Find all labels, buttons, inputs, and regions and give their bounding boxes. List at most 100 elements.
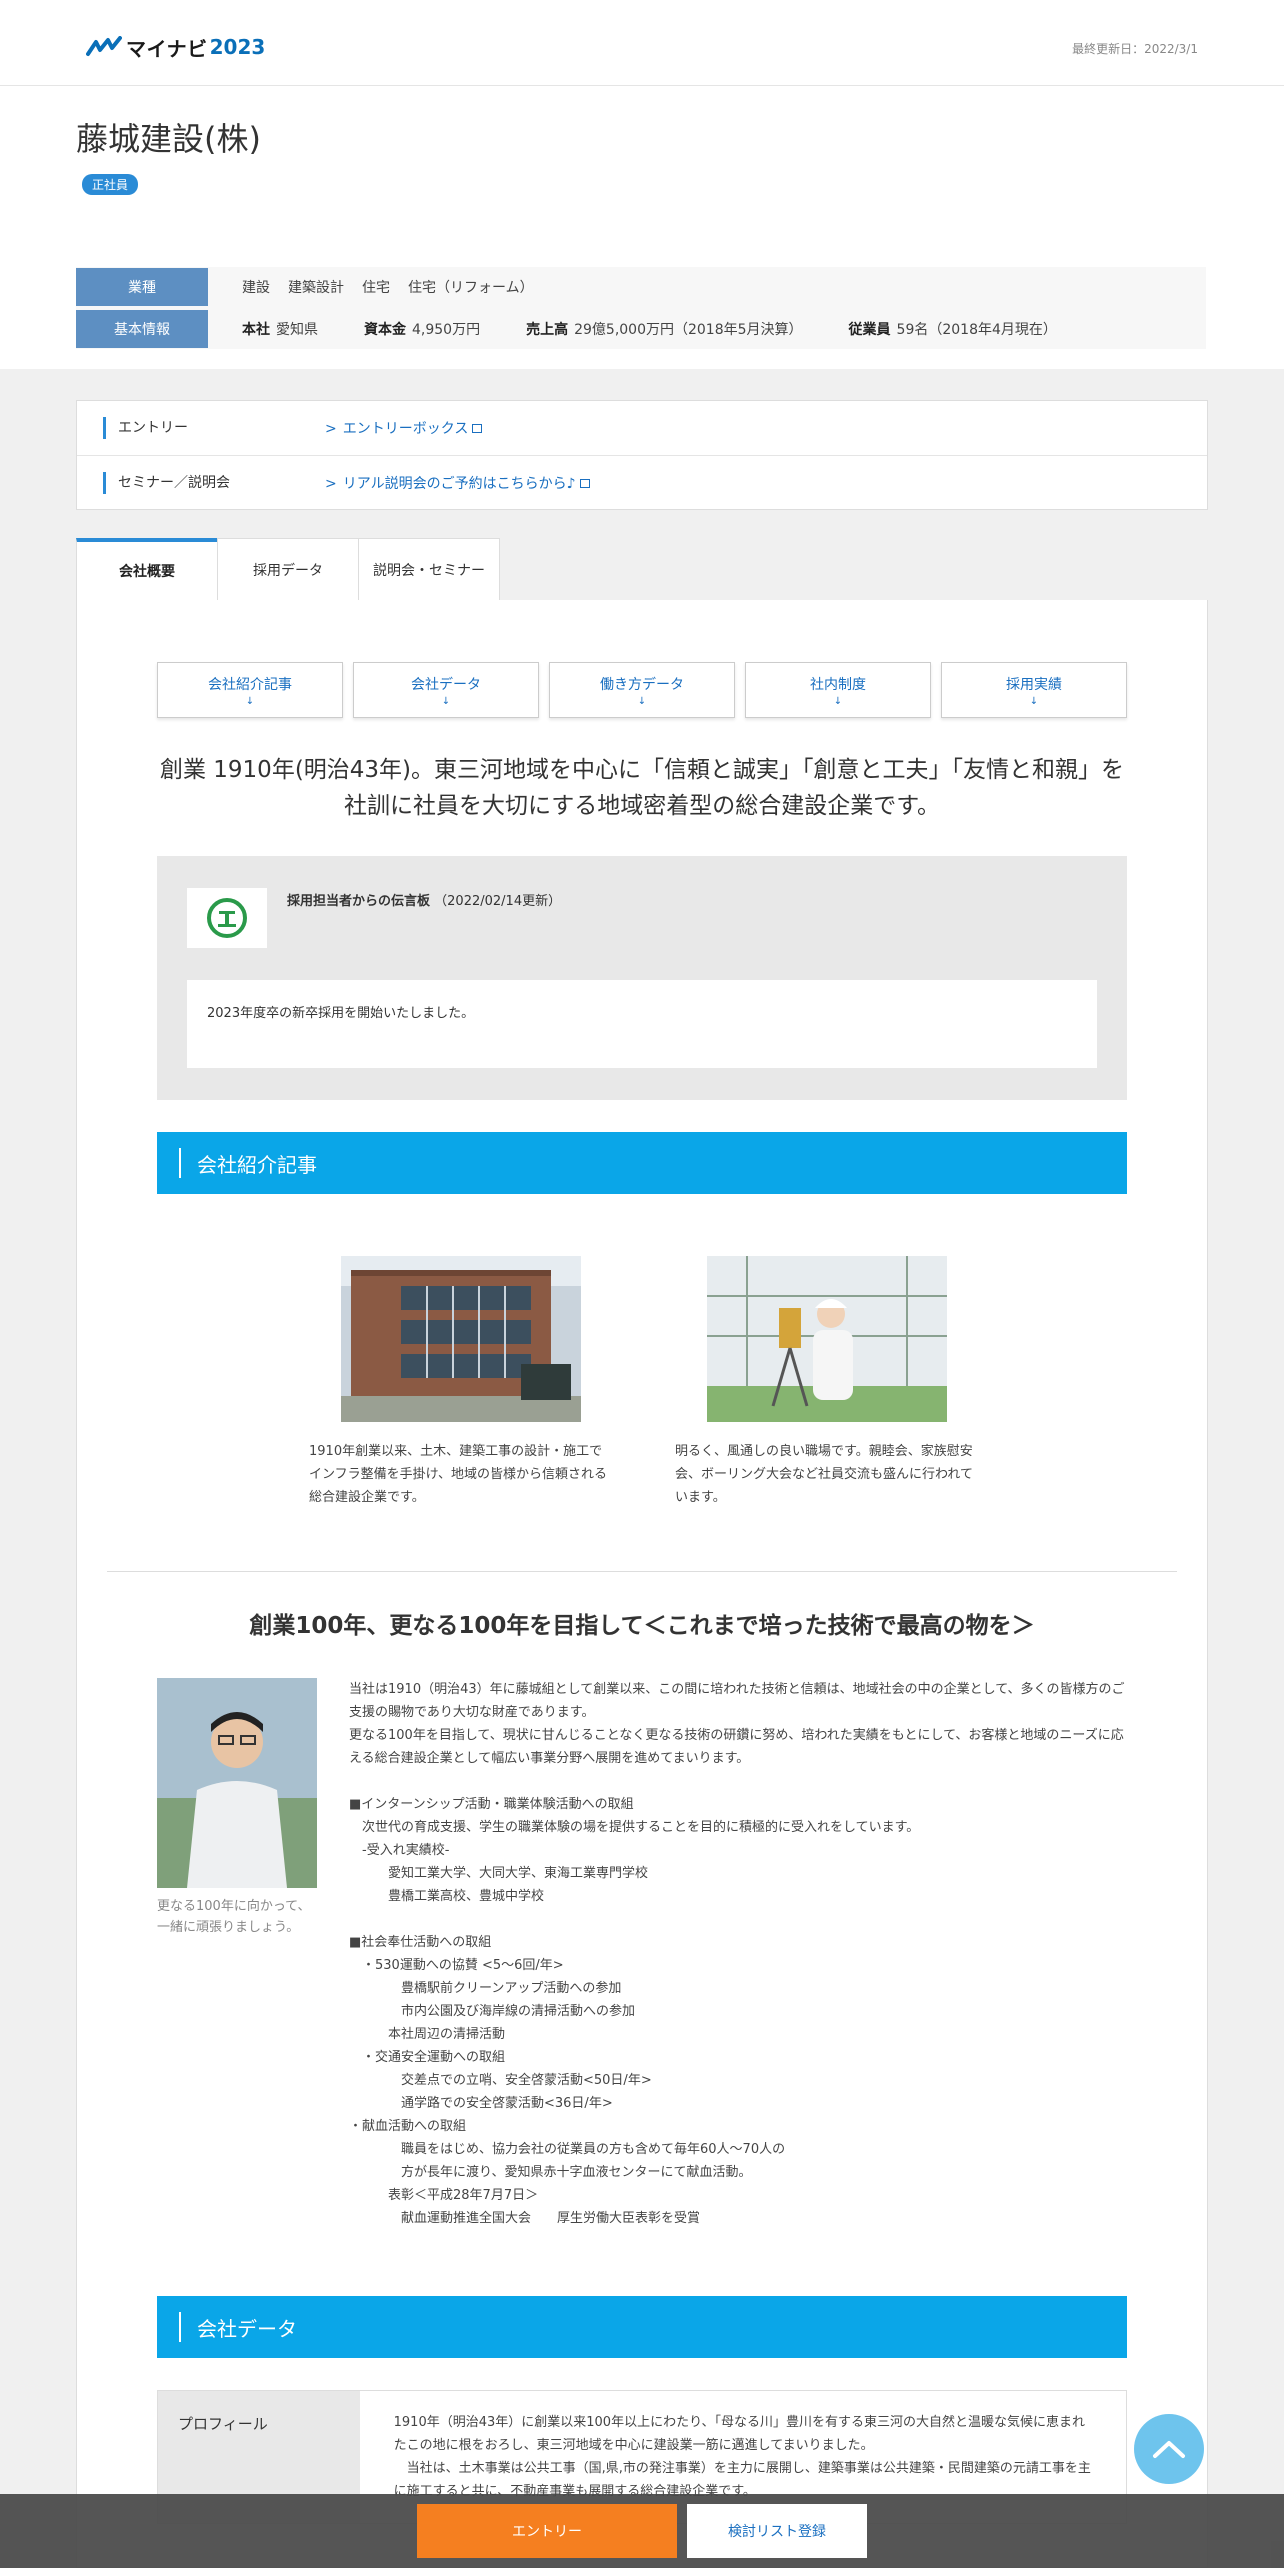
industry-value: 建築設計 (288, 280, 344, 296)
article-item[interactable]: 1910年創業以来、土木、建築工事の設計・施工でインフラ整備を手掛け、地域の皆様… (309, 1256, 609, 1509)
sales-group: 売上高 29億5,000万円（2018年5月決算） (526, 319, 802, 339)
heading-bar (179, 2312, 181, 2342)
seminar-link-text: リアル説明会のご予約はこちらから♪ (342, 475, 576, 492)
external-link-icon (472, 424, 483, 433)
intro-photo-column: 更なる100年に向かって、一緒に頑張りましょう。 (157, 1678, 317, 2230)
sales-label: 売上高 (526, 322, 569, 338)
hq-label: 本社 (242, 322, 270, 338)
article-caption: 1910年創業以来、土木、建築工事の設計・施工でインフラ整備を手掛け、地域の皆様… (309, 1444, 607, 1505)
mynavi-logo[interactable]: マイナビ 2023 (86, 34, 266, 61)
seminar-row-label: セミナー／説明会 (103, 471, 325, 494)
seminar-row: セミナー／説明会 > リアル説明会のご予約はこちらから♪ (77, 455, 1207, 509)
surveyor-image (707, 1256, 947, 1422)
anchor-company-data[interactable]: 会社データ ↓ (353, 662, 539, 718)
capital-group: 資本金 4,950万円 (364, 319, 480, 339)
logo-text: マイナビ (126, 36, 208, 61)
anchor-company-articles[interactable]: 会社紹介記事 ↓ (157, 662, 343, 718)
last-updated: 最終更新日：2022/3/1 (1072, 42, 1198, 56)
scroll-to-top-button[interactable] (1134, 2414, 1204, 2484)
basic-info-label: 基本情報 (76, 310, 208, 348)
basic-info-row: 基本情報 本社 愛知県 資本金 4,950万円 売上高 29億5,000万円（2018… (76, 309, 1206, 349)
company-info-table: 業種 建設 建築設計 住宅 住宅（リフォーム） 基本情報 本社 愛知県 資本金 4,… (76, 267, 1206, 349)
arrow-down-icon: ↓ (1029, 695, 1039, 707)
arrow-down-icon: ↓ (245, 695, 255, 707)
company-introduction: 更なる100年に向かって、一緒に頑張りましょう。 当社は1910（明治43）年に… (157, 1678, 1127, 2230)
entry-box-link-text: エントリーボックス (342, 421, 469, 437)
arrow-down-icon: ↓ (441, 695, 451, 707)
industry-values: 建設 建築設計 住宅 住宅（リフォーム） (208, 277, 534, 297)
company-articles: 1910年創業以来、土木、建築工事の設計・施工でインフラ整備を手掛け、地域の皆様… (309, 1256, 1207, 1509)
company-header: 藤城建設(株) 正社員 業種 建設 建築設計 住宅 住宅（リフォーム） 基本情報… (0, 86, 1284, 369)
chevron-right-icon: > (325, 421, 337, 437)
tab-company-overview[interactable]: 会社概要 (76, 538, 218, 600)
page-tabs: 会社概要 採用データ 説明会・セミナー (76, 538, 500, 600)
intro-photo-caption: 更なる100年に向かって、一緒に頑張りましょう。 (157, 1899, 311, 1935)
message-board-date: （2022/02/14更新） (434, 894, 562, 909)
message-board-heading: 採用担当者からの伝言板 (287, 894, 431, 909)
person-image (157, 1678, 317, 1888)
chevron-right-icon: > (325, 475, 337, 492)
industry-value: 建設 (242, 280, 270, 296)
anchor-label: 働き方データ (600, 676, 684, 693)
industry-label: 業種 (76, 268, 208, 306)
company-name: 藤城建設(株) (76, 120, 261, 158)
capital-label: 資本金 (364, 322, 406, 338)
tab-seminars[interactable]: 説明会・セミナー (358, 538, 500, 600)
entry-box-link[interactable]: > エントリーボックス (325, 418, 483, 438)
logo-year: 2023 (209, 35, 266, 59)
message-board-title: 採用担当者からの伝言板 （2022/02/14更新） (287, 890, 561, 909)
heading-bar (179, 1148, 181, 1178)
company-logo (187, 888, 267, 948)
section-divider (107, 1571, 1177, 1572)
introduction-text: 当社は1910（明治43）年に藤城組として創業以来、この間に培われた技術と信頼は… (349, 1682, 1125, 2226)
external-link-icon (579, 478, 590, 488)
anchor-label: 社内制度 (810, 676, 866, 693)
anchor-nav: 会社紹介記事 ↓ 会社データ ↓ 働き方データ ↓ 社内制度 ↓ 採用実績 ↓ (157, 662, 1207, 718)
industry-value: 住宅（リフォーム） (408, 280, 534, 296)
arrow-down-icon: ↓ (833, 695, 843, 707)
anchor-hiring-record[interactable]: 採用実績 ↓ (941, 662, 1127, 718)
bottom-action-bar: エントリー 検討リスト登録 (0, 2494, 1284, 2568)
site-header: マイナビ 2023 最終更新日：2022/3/1 (0, 0, 1284, 86)
anchor-internal-systems[interactable]: 社内制度 ↓ (745, 662, 931, 718)
section-title: 会社紹介記事 (197, 1152, 317, 1177)
entry-row-label: エントリー (103, 417, 325, 439)
sub-catchphrase: 創業100年、更なる100年を目指して＜これまで培った技術で最高の物を＞ (249, 1613, 1035, 1639)
section-heading-articles: 会社紹介記事 (157, 1132, 1127, 1194)
entry-row: エントリー > エントリーボックス (77, 401, 1207, 455)
staff-value: 59名（2018年4月現在） (896, 322, 1057, 338)
staff-group: 従業員 59名（2018年4月現在） (849, 319, 1057, 339)
industry-row: 業種 建設 建築設計 住宅 住宅（リフォーム） (76, 267, 1206, 307)
anchor-label: 会社紹介記事 (208, 676, 292, 693)
industry-value: 住宅 (362, 280, 390, 296)
recruiter-message-board: 採用担当者からの伝言板 （2022/02/14更新） 2023年度卒の新卒採用を… (157, 856, 1127, 1100)
basic-info-values: 本社 愛知県 資本金 4,950万円 売上高 29億5,000万円（2018年5月決算… (208, 319, 1085, 339)
capital-value: 4,950万円 (412, 322, 481, 338)
company-catchphrase: 創業 1910年(明治43年)。東三河地域を中心に「信頼と誠実」「創意と工夫」「… (159, 757, 1125, 819)
chevron-up-icon (1153, 2441, 1185, 2458)
building-image (341, 1256, 581, 1422)
president-photo (157, 1678, 317, 1888)
article-caption: 明るく、風通しの良い職場です。親睦会、家族慰安会、ボーリング大会など社員交流も盛… (675, 1444, 973, 1505)
entry-links-box: エントリー > エントリーボックス セミナー／説明会 > リアル説明会のご予約はこち… (76, 400, 1208, 510)
employment-type-badge: 正社員 (82, 174, 139, 195)
section-title: 会社データ (197, 2316, 297, 2341)
anchor-label: 採用実績 (1006, 676, 1062, 693)
hq-value: 愛知県 (276, 322, 318, 338)
worker-photo (707, 1256, 947, 1422)
mynavi-logo-icon (86, 36, 122, 56)
anchor-label: 会社データ (411, 676, 481, 693)
company-logo-icon (207, 898, 247, 938)
entry-button[interactable]: エントリー (417, 2504, 677, 2558)
tab-recruit-data[interactable]: 採用データ (217, 538, 359, 600)
seminar-reservation-link[interactable]: > リアル説明会のご予約はこちらから♪ (325, 473, 590, 493)
message-board-body: 2023年度卒の新卒採用を開始いたしました。 (187, 980, 1097, 1068)
article-item[interactable]: 明るく、風通しの良い職場です。親睦会、家族慰安会、ボーリング大会など社員交流も盛… (675, 1256, 975, 1509)
anchor-work-style-data[interactable]: 働き方データ ↓ (549, 662, 735, 718)
arrow-down-icon: ↓ (637, 695, 647, 707)
hq-group: 本社 愛知県 (242, 319, 318, 339)
sales-value: 29億5,000万円（2018年5月決算） (574, 322, 803, 338)
building-photo (341, 1256, 581, 1422)
section-heading-company-data: 会社データ (157, 2296, 1127, 2358)
add-to-list-button[interactable]: 検討リスト登録 (687, 2504, 867, 2558)
